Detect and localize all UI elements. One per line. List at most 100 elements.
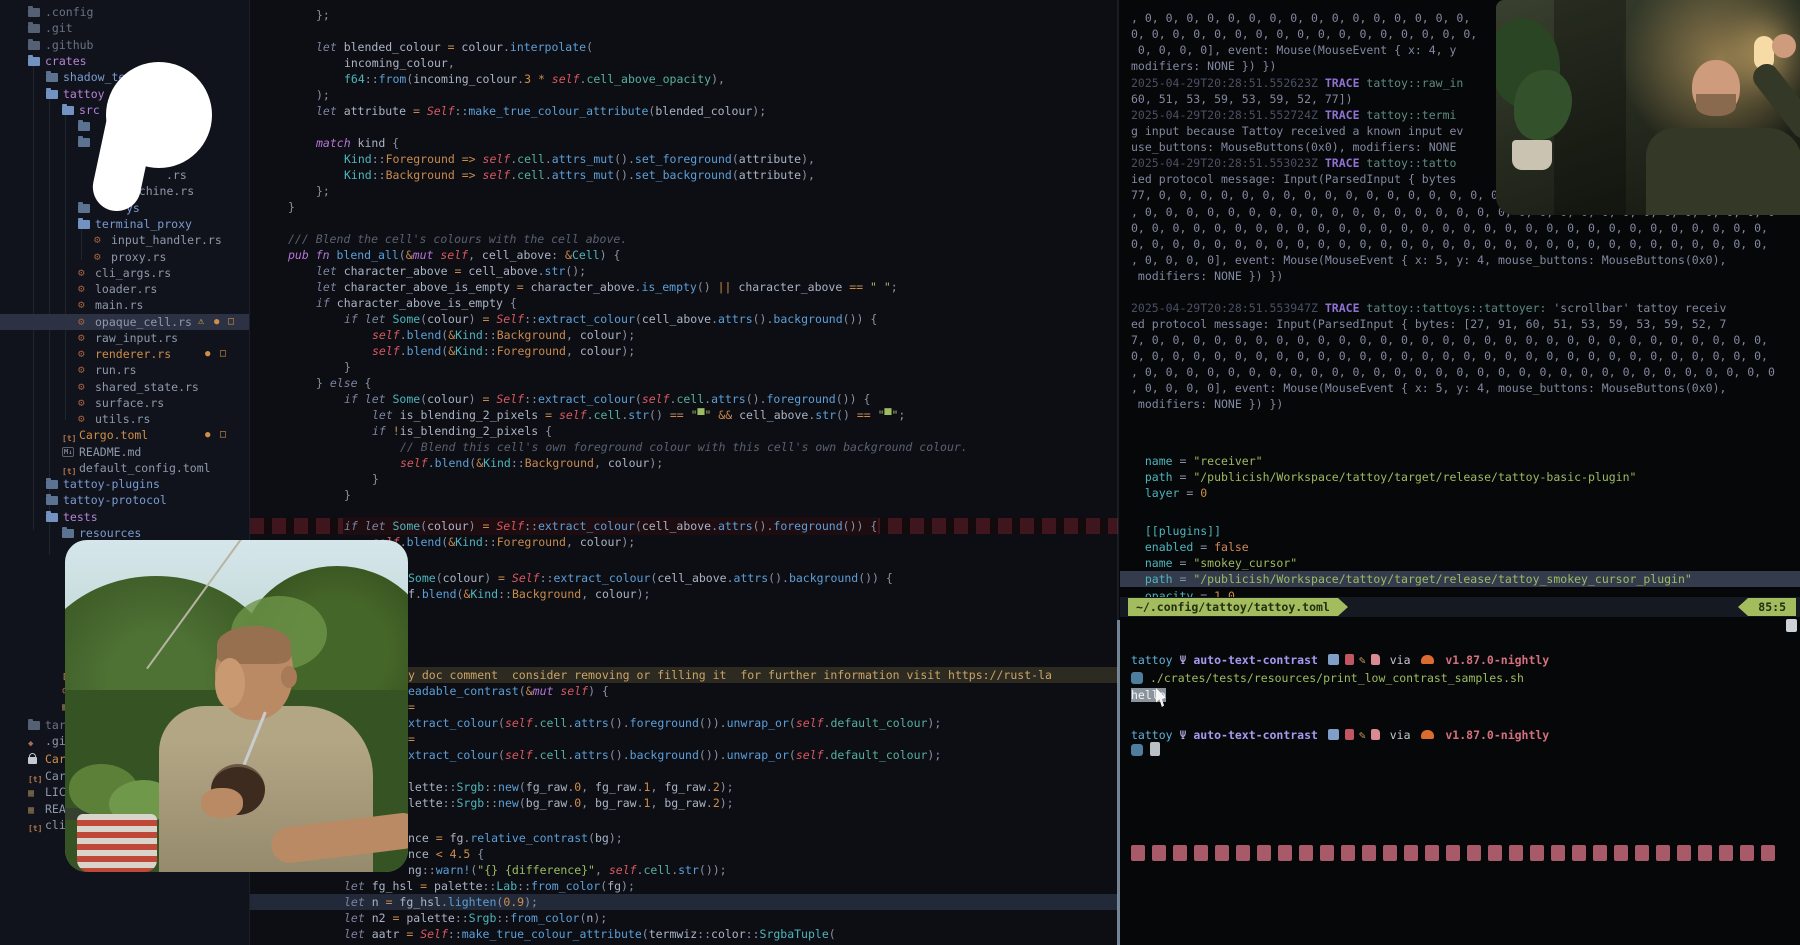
colour-swatch [1383,845,1397,861]
box-icon [1328,654,1339,665]
folder-icon [46,496,58,505]
tree-item-run-rs[interactable]: ⚙run.rs [0,362,250,378]
terminal-line: 2025-04-29T20:28:51.553947Z TRACE tattoy… [1131,300,1726,316]
code-line[interactable]: }; [250,183,1118,199]
code-line[interactable]: let is_blending_2_pixels = self.cell.str… [250,407,1118,423]
code-line[interactable]: let fg_hsl = palette::Lab::from_color(fg… [250,878,1118,894]
code-line[interactable]: self.blend(&Kind::Background, colour); [250,327,1118,343]
code-line[interactable]: self.blend(&Kind::Foreground, colour); [250,343,1118,359]
crab-icon [1421,655,1434,664]
code-line[interactable]: } [250,199,1118,215]
terminal-line: , 0, 0, 0, 0], event: Mouse(MouseEvent {… [1131,252,1726,268]
doc-icon [1371,654,1380,665]
tree-item-github[interactable]: .github [0,37,250,53]
tree-item-utils-rs[interactable]: ⚙utils.rs [0,411,250,427]
colour-swatch [1236,845,1250,861]
tree-item-label: default_config.toml [79,460,211,476]
code-line[interactable]: match kind { [250,135,1118,151]
scrollbar-thumb[interactable] [1786,619,1797,632]
colour-swatch [1488,845,1502,861]
code-line[interactable]: let character_above_is_empty = character… [250,279,1118,295]
code-line[interactable]: Kind::Background => self.cell.attrs_mut(… [250,167,1118,183]
code-line[interactable]: if let Some(colour) = Self::extract_colo… [250,311,1118,327]
code-line[interactable]: let attribute = Self::make_true_colour_a… [250,103,1118,119]
code-line[interactable]: let n = fg_hsl.lighten(0.9); [250,894,1118,910]
code-line[interactable]: } else { [250,375,1118,391]
tree-item-label: shared_state.rs [95,379,199,395]
tree-item-main-rs[interactable]: ⚙main.rs [0,297,250,313]
code-line[interactable]: if let Some(colour) = Self::extract_colo… [250,391,1118,407]
tree-item-opaque-cell-rs[interactable]: ⚙opaque_cell.rs⚠●□ [0,314,250,330]
tree-item-label: tattoy-protocol [63,492,167,508]
terminal-line: layer = 0 [1131,485,1207,501]
tree-item-readme-md[interactable]: M↓README.md [0,444,250,460]
tree-item-surface-rs[interactable]: ⚙surface.rs [0,395,250,411]
tree-item-cargo-toml[interactable]: [t]Cargo.toml●□ [0,427,250,443]
terminal-line: 0, 0, 0, 0, 0, 0, 0, 0, 0, 0, 0, 0, 0, 0… [1131,220,1768,236]
colour-swatch [1425,845,1439,861]
code-line[interactable]: if character_above_is_empty { [250,295,1118,311]
shell-prompt[interactable]: tattoy Ψ auto-text-contrast ✎ via v1.87.… [1131,727,1549,743]
tree-item-loader-rs[interactable]: ⚙loader.rs [0,281,250,297]
screen: .config.git.githubcratesshadow_terminalt… [0,0,1800,945]
tree-item-label: input_handler.rs [111,232,222,248]
person-body [1646,128,1800,215]
terminal-line: modifiers: NONE }) }) [1131,396,1283,412]
tree-item-label: renderer.rs [95,346,171,362]
tree-item-terminal-proxy[interactable]: terminal_proxy [0,216,250,232]
colour-swatch [1551,845,1565,861]
shell-command[interactable]: ./crates/tests/resources/print_low_contr… [1131,670,1524,686]
shell-cursor-line[interactable] [1131,742,1160,758]
tree-item-proxy-rs[interactable]: ⚙proxy.rs [0,249,250,265]
tree-item-default-config-toml[interactable]: [t]default_config.toml [0,460,250,476]
code-line[interactable]: if !is_blending_2_pixels { [250,423,1118,439]
tree-item-label: .config [45,4,93,20]
code-line[interactable]: // Blend this cell's own foreground colo… [250,439,1118,455]
code-line[interactable]: } [250,471,1118,487]
code-line[interactable]: f64::from(incoming_colour.3 * self.cell_… [250,71,1118,87]
terminal-line: use_buttons: MouseButtons(0x0), modifier… [1131,139,1456,155]
code-line[interactable]: ); [250,87,1118,103]
tree-item-git[interactable]: .git [0,20,250,36]
tree-item-input-handler-rs[interactable]: ⚙input_handler.rs [0,232,250,248]
tree-item-label: cli_args.rs [95,265,171,281]
colour-swatch [1404,845,1418,861]
code-line[interactable]: incoming_colour, [250,55,1118,71]
code-line[interactable]: let blended_colour = colour.interpolate( [250,39,1118,55]
code-line[interactable]: let character_above = cell_above.str(); [250,263,1118,279]
terminal-line: path = "/publicish/Workspace/tattoy/targ… [1120,571,1800,587]
rust-icon: ⚙ [78,299,85,310]
sq-badge-icon: □ [220,427,226,443]
tree-item-resources[interactable]: resources [0,525,250,541]
terminal-line: 7, 0, 0, 0, 0, 0, 0, 0, 0, 0, 0, 0, 0, 0… [1131,332,1768,348]
tree-item-tattoy-protocol[interactable]: tattoy-protocol [0,492,250,508]
tree-item-tests[interactable]: tests [0,509,250,525]
code-line[interactable]: /// Blend the cell's colours with the ce… [250,231,1118,247]
pane-divider-scrollbar[interactable] [1117,620,1120,945]
code-line[interactable]: pub fn blend_all(&mut self, cell_above: … [250,247,1118,263]
rust-icon: ⚙ [78,381,85,392]
box-icon [1328,729,1339,740]
code-line[interactable]: self.blend(&Kind::Background, colour); [250,455,1118,471]
code-line[interactable]: let aatr = Self::make_true_colour_attrib… [250,926,1118,942]
colour-swatch [1299,845,1313,861]
code-line[interactable]: } [250,359,1118,375]
rust-icon: ⚙ [78,283,85,294]
tree-item-renderer-rs[interactable]: ⚙renderer.rs●□ [0,346,250,362]
tree-item-cli-args-rs[interactable]: ⚙cli_args.rs [0,265,250,281]
code-line[interactable]: Kind::Foreground => self.cell.attrs_mut(… [250,151,1118,167]
tree-item-raw-input-rs[interactable]: ⚙raw_input.rs [0,330,250,346]
person-ear [281,666,297,688]
rust-icon: ⚙ [94,251,101,262]
tree-item-shared-state-rs[interactable]: ⚙ shared_state.rs [0,379,250,395]
shell-prompt[interactable]: tattoy Ψ auto-text-contrast ✎ via v1.87.… [1131,652,1549,668]
code-line[interactable]: if let Some(colour) = Self::extract_colo… [250,518,1118,534]
code-line[interactable]: }; [250,7,1118,23]
statusline-filename: ~/.config/tattoy/tattoy.toml [1128,598,1338,616]
tree-item-config[interactable]: .config [0,4,250,20]
terminal-line: g input because Tattoy received a known … [1131,123,1463,139]
terminal-line: ied protocol message: Input(ParsedInput … [1131,171,1456,187]
code-line[interactable]: let n2 = palette::Srgb::from_color(n); [250,910,1118,926]
tree-item-tattoy-plugins[interactable]: tattoy-plugins [0,476,250,492]
code-line[interactable]: } [250,487,1118,503]
